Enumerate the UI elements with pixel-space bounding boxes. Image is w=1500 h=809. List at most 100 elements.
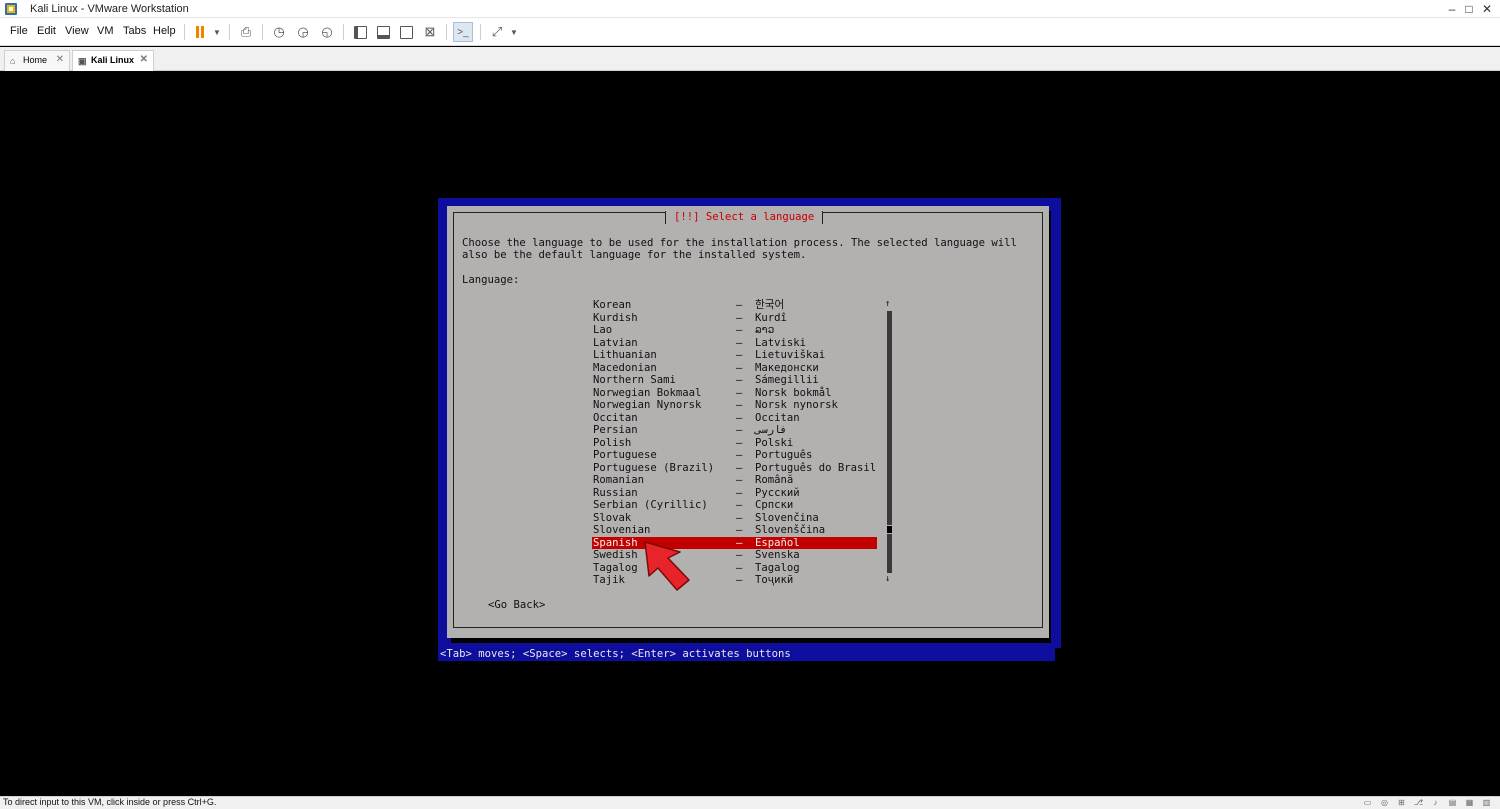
scrollbar-thumb[interactable] xyxy=(886,525,893,534)
language-native-name: Português xyxy=(755,449,813,461)
go-back-button[interactable]: <Go Back> xyxy=(488,599,545,612)
language-option[interactable]: Lao – ລາວ xyxy=(592,324,877,337)
home-icon: ⌂ xyxy=(10,56,16,66)
language-native-name: Română xyxy=(755,474,794,486)
menu-file[interactable]: File xyxy=(10,25,28,37)
vmware-logo-icon xyxy=(5,3,17,15)
language-separator: – xyxy=(736,486,743,499)
language-option[interactable]: Serbian (Cyrillic) – Српски xyxy=(592,499,877,512)
language-native-name: Kurdî xyxy=(755,311,787,324)
title-bar: Kali Linux - VMware Workstation – □ ✕ xyxy=(0,0,1500,18)
language-option[interactable]: Persian – فارسی xyxy=(592,424,877,437)
console-view-icon[interactable]: >_ xyxy=(453,22,473,42)
scroll-up-arrow-icon[interactable]: ↑ xyxy=(885,298,890,311)
language-name: Lao xyxy=(593,324,613,336)
chevron-down-icon[interactable]: ▼ xyxy=(207,22,227,42)
language-option[interactable]: Portuguese – Português xyxy=(592,449,877,462)
language-option[interactable]: Norwegian Bokmaal – Norsk bokmål xyxy=(592,387,877,400)
language-native-name: Tagalog xyxy=(755,561,800,574)
message-log-icon[interactable]: ▥ xyxy=(1481,798,1492,808)
language-list[interactable]: Korean – 한국어 Kurdish – Kurdî Lao – ລາວ Latvian – La… xyxy=(592,299,877,587)
hard-disk-icon[interactable]: ▭ xyxy=(1362,798,1373,808)
language-separator: – xyxy=(736,561,743,574)
language-name: Kurdish xyxy=(593,311,638,324)
language-option[interactable]: Occitan – Occitan xyxy=(592,412,877,425)
menu-vm[interactable]: VM xyxy=(97,25,114,37)
language-option-selected[interactable]: Spanish – Español xyxy=(592,536,877,549)
language-name: Swedish xyxy=(593,549,638,561)
language-option[interactable]: Tagalog – Tagalog xyxy=(592,562,877,575)
tab-home[interactable]: ⌂ Home ✕ xyxy=(4,50,70,71)
language-native-name: Norsk nynorsk xyxy=(755,399,838,411)
send-ctrl-alt-del-icon[interactable]: ⎙ xyxy=(236,22,256,42)
language-native-name: Español xyxy=(755,536,800,549)
language-name: Norwegian Nynorsk xyxy=(593,399,702,411)
language-option[interactable]: Korean – 한국어 xyxy=(592,299,877,312)
language-separator: – xyxy=(736,524,743,536)
toolbar-separator xyxy=(262,24,263,40)
language-native-name: Slovenščina xyxy=(755,524,826,536)
language-option[interactable]: Lithuanian – Lietuviškai xyxy=(592,349,877,362)
language-option[interactable]: Tajik – Тоҷикӣ xyxy=(592,574,877,587)
language-option[interactable]: Polish – Polski xyxy=(592,437,877,450)
usb-icon[interactable]: ⎇ xyxy=(1413,798,1424,808)
language-option[interactable]: Portuguese (Brazil) – Português do Brasil xyxy=(592,462,877,475)
language-option[interactable]: Slovak – Slovenčina xyxy=(592,512,877,525)
language-separator: – xyxy=(736,436,743,449)
library-icon[interactable] xyxy=(350,22,370,42)
scroll-down-arrow-icon[interactable]: ↓ xyxy=(885,573,890,586)
menu-help[interactable]: Help xyxy=(153,25,176,37)
menu-toolbar: File Edit View VM Tabs Help ▼ ⎙ ◷ ◶ ◵ ⊠ … xyxy=(0,18,1500,46)
network-icon[interactable]: ⊞ xyxy=(1396,798,1407,808)
revert-snapshot-icon[interactable]: ◶ xyxy=(293,22,313,42)
menu-view[interactable]: View xyxy=(65,25,89,37)
chevron-down-icon[interactable]: ▼ xyxy=(504,22,524,42)
language-option[interactable]: Macedonian – Македонски xyxy=(592,362,877,375)
close-icon[interactable]: ✕ xyxy=(140,54,148,65)
full-screen-icon[interactable] xyxy=(396,22,416,42)
dialog-title: [!!] Select a language xyxy=(665,211,824,224)
unity-icon[interactable]: ⊠ xyxy=(420,22,440,42)
language-native-name: Sámegillii xyxy=(755,374,819,386)
cd-rom-icon[interactable]: ◎ xyxy=(1379,798,1390,808)
status-bar: To direct input to this VM, click inside… xyxy=(0,796,1500,809)
display-icon[interactable]: ▤ xyxy=(1447,798,1458,808)
menu-tabs[interactable]: Tabs xyxy=(123,25,146,37)
language-native-name: Slovenčina xyxy=(755,511,819,524)
language-option[interactable]: Northern Sami – Sámegillii xyxy=(592,374,877,387)
language-option[interactable]: Romanian – Română xyxy=(592,474,877,487)
language-name: Spanish xyxy=(593,536,638,549)
language-native-name: فارسی xyxy=(755,424,787,436)
language-separator: – xyxy=(736,511,743,524)
language-name: Lithuanian xyxy=(593,349,657,361)
language-name: Russian xyxy=(593,486,638,499)
sound-icon[interactable]: ♪ xyxy=(1430,798,1441,808)
tab-kali-label: Kali Linux xyxy=(91,55,135,65)
language-option[interactable]: Slovenian – Slovenščina xyxy=(592,524,877,537)
red-pointer-arrow-icon xyxy=(644,541,690,591)
language-option[interactable]: Norwegian Nynorsk – Norsk nynorsk xyxy=(592,399,877,412)
language-separator: – xyxy=(736,299,743,311)
language-native-name: Lietuviškai xyxy=(755,349,826,361)
snapshot-icon[interactable]: ◷ xyxy=(269,22,289,42)
language-option[interactable]: Swedish – Svenska xyxy=(592,549,877,562)
language-name: Northern Sami xyxy=(593,374,676,386)
language-option[interactable]: Russian – Русский xyxy=(592,487,877,500)
language-native-name: Occitan xyxy=(755,411,800,424)
close-button[interactable]: ✕ xyxy=(1476,1,1498,17)
language-separator: – xyxy=(736,411,743,424)
language-option[interactable]: Latvian – Latviski xyxy=(592,337,877,350)
language-option[interactable]: Kurdish – Kurdî xyxy=(592,312,877,325)
toolbar-separator xyxy=(343,24,344,40)
language-name: Romanian xyxy=(593,474,645,486)
menu-edit[interactable]: Edit xyxy=(37,25,56,37)
language-native-name: 한국어 xyxy=(755,299,785,311)
close-icon[interactable]: ✕ xyxy=(56,54,64,65)
printer-icon[interactable]: ▦ xyxy=(1464,798,1475,808)
snapshot-manager-icon[interactable]: ◵ xyxy=(317,22,337,42)
language-native-name: Norsk bokmål xyxy=(755,386,832,399)
tab-kali-linux[interactable]: ▣ Kali Linux ✕ xyxy=(72,50,154,71)
thumbnail-bar-icon[interactable] xyxy=(373,22,393,42)
language-name: Norwegian Bokmaal xyxy=(593,386,702,399)
language-name: Korean xyxy=(593,299,632,311)
